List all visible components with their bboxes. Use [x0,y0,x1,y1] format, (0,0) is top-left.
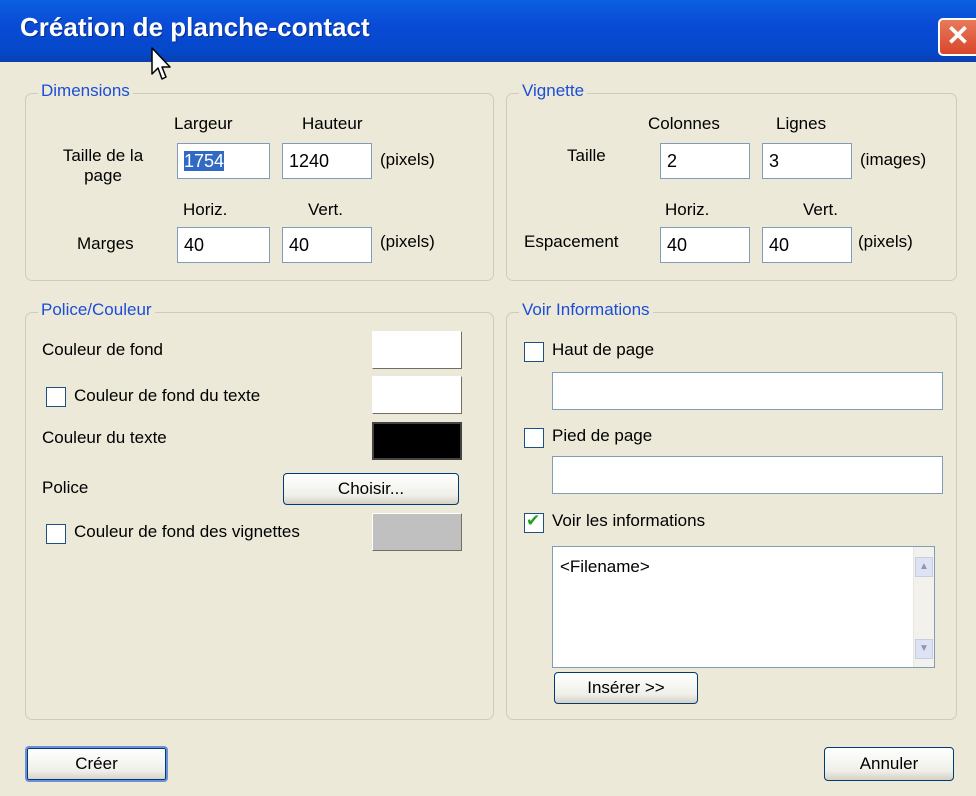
vignette-legend: Vignette [519,81,588,101]
text-bg-checkbox[interactable] [46,387,66,407]
page-width-value: 1754 [184,151,225,171]
police-legend: Police/Couleur [38,300,155,320]
text-bg-label: Couleur de fond du texte [74,386,261,405]
col-hauteur-label: Hauteur [302,114,363,133]
rows-input[interactable]: 3 [762,143,852,179]
footer-label: Pied de page [552,426,653,445]
info-text: <Filename> [560,557,650,576]
create-button[interactable]: Créer [25,746,168,782]
window-title: Création de planche-contact [20,12,370,42]
close-icon: ✕ [946,20,970,51]
col-vert-label: Vert. [308,200,343,219]
info-scrollbar[interactable]: ▲ ▼ [913,547,934,667]
close-button[interactable]: ✕ [938,18,976,56]
info-textarea[interactable]: <Filename> ▲ ▼ [552,546,935,668]
margins-label: Marges [77,234,134,253]
scroll-down-icon[interactable]: ▼ [915,639,933,659]
size-unit: (images) [860,150,927,169]
mouse-cursor-icon [151,47,171,80]
margin-horiz-input[interactable]: 40 [177,227,270,263]
spacing-vert-input[interactable]: 40 [762,227,852,263]
thumb-bg-label: Couleur de fond des vignettes [74,522,300,541]
margin-vert-input[interactable]: 40 [282,227,372,263]
page-size-label: Taille de la page [62,146,144,185]
bg-color-label: Couleur de fond [42,340,163,359]
page-height-input[interactable]: 1240 [282,143,372,179]
choose-font-button[interactable]: Choisir... [283,473,459,505]
vig-vert-label: Vert. [803,200,838,219]
header-label: Haut de page [552,340,655,359]
spacing-horiz-input[interactable]: 40 [660,227,750,263]
bg-color-swatch[interactable] [372,331,462,369]
margins-unit: (pixels) [380,232,435,251]
header-checkbox[interactable] [524,342,544,362]
col-largeur-label: Largeur [174,114,233,133]
spacing-label: Espacement [524,232,619,251]
page-width-input[interactable]: 1754 [177,143,270,179]
insert-button[interactable]: Insérer >> [554,672,698,704]
show-info-checkbox[interactable] [524,511,544,533]
scroll-up-icon[interactable]: ▲ [915,557,933,577]
spacing-unit: (pixels) [858,232,913,251]
info-legend: Voir Informations [519,300,653,320]
size-label: Taille [567,146,606,165]
vig-horiz-label: Horiz. [665,200,710,219]
col-colonnes-label: Colonnes [648,114,720,133]
header-input[interactable] [552,372,943,410]
title-bar: Création de planche-contact ✕ [0,0,976,62]
page-size-unit: (pixels) [380,150,435,169]
thumb-bg-color-swatch[interactable] [372,513,462,551]
text-bg-color-swatch[interactable] [372,376,462,414]
columns-input[interactable]: 2 [660,143,750,179]
dimensions-legend: Dimensions [38,81,133,101]
text-color-swatch[interactable] [372,422,462,460]
text-color-label: Couleur du texte [42,428,167,447]
col-horiz-label: Horiz. [183,200,228,219]
cancel-button[interactable]: Annuler [824,747,954,781]
thumb-bg-checkbox[interactable] [46,524,66,544]
show-info-label: Voir les informations [552,511,706,530]
col-lignes-label: Lignes [776,114,827,133]
font-label: Police [42,478,89,497]
footer-checkbox[interactable] [524,428,544,448]
footer-input[interactable] [552,456,943,494]
